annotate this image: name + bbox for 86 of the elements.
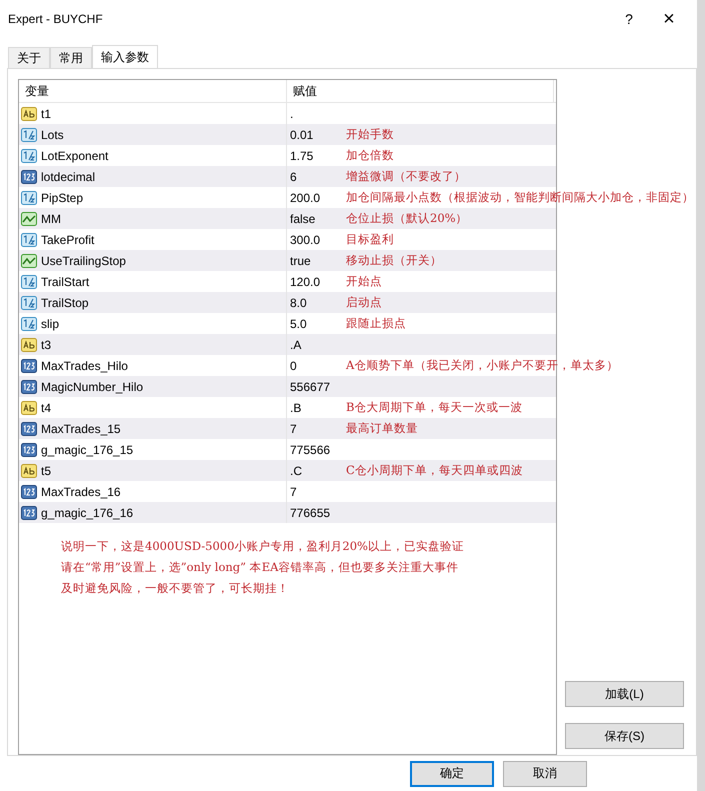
annotation: A仓顺势下单（我已关闭，小账户不要开，单太多） xyxy=(346,358,618,373)
integer-type-icon xyxy=(21,170,37,184)
save-button[interactable]: 保存(S) xyxy=(565,723,684,749)
annotation: 增益微调（不要改了） xyxy=(346,169,466,184)
parameter-name: g_magic_176_16 xyxy=(41,506,134,520)
tab[interactable]: 输入参数 xyxy=(92,45,158,68)
parameter-value: 200.0 xyxy=(289,190,322,204)
parameter-value: 0.01 xyxy=(289,128,314,142)
number-type-icon xyxy=(21,128,37,142)
text-type-icon xyxy=(21,400,37,414)
annotation: 加仓间隔最小点数（根据波动，智能判断间隔大小加仓，非固定） xyxy=(346,190,694,205)
parameter-name: UseTrailingStop xyxy=(41,254,126,268)
number-type-icon xyxy=(21,316,37,330)
close-button[interactable]: × xyxy=(649,4,689,34)
annotation-note: 及时避免风险，一般不要管了，可长期挂！ xyxy=(61,581,290,596)
annotation: 目标盈利 xyxy=(346,232,394,247)
parameter-name: TrailStart xyxy=(41,274,90,288)
column-header[interactable]: 变量 xyxy=(19,80,287,102)
cancel-button[interactable]: 取消 xyxy=(503,760,587,786)
annotation-note: 请在“常用”设置上，选”only long” 本EA容错率高，但也要多关注重大事件 xyxy=(61,560,460,575)
parameter-name: PipStep xyxy=(41,190,84,204)
annotation: 最高订单数量 xyxy=(346,421,418,436)
parameter-value: true xyxy=(289,254,312,268)
parameter-value: 1.75 xyxy=(289,148,314,162)
parameter-value: 120.0 xyxy=(289,274,322,288)
load-button[interactable]: 加载(L) xyxy=(565,681,684,707)
parameter-value: 300.0 xyxy=(289,232,322,246)
annotation: B仓大周期下单，每天一次或一波 xyxy=(346,400,522,415)
parameter-name: t3 xyxy=(41,338,52,352)
parameter-name: MaxTrades_16 xyxy=(41,484,121,498)
column-header[interactable]: 赋值 xyxy=(287,80,554,102)
annotation: 开始点 xyxy=(346,274,382,289)
parameter-value: .C xyxy=(289,464,303,478)
parameter-name: lotdecimal xyxy=(41,170,96,184)
window-title: Expert - BUYCHF xyxy=(8,12,104,26)
integer-type-icon xyxy=(21,506,37,520)
annotation: C仓小周期下单，每天四单或四波 xyxy=(346,463,523,478)
parameter-value: 7 xyxy=(289,422,298,436)
annotation: 加仓倍数 xyxy=(346,148,394,163)
toggle-type-icon xyxy=(21,212,37,226)
annotation: 启动点 xyxy=(346,295,382,310)
tab[interactable]: 关于 xyxy=(8,47,50,68)
parameter-name: MagicNumber_Hilo xyxy=(41,380,144,394)
parameter-value: 7 xyxy=(289,484,298,498)
annotation-note: 说明一下，这是4000USD-5000小账户专用，盈利月20%以上，已实盘验证 xyxy=(61,539,465,554)
parameter-name: LotExponent xyxy=(41,148,108,162)
parameter-value: 5.0 xyxy=(289,316,308,330)
number-type-icon xyxy=(21,274,37,288)
parameter-name: g_magic_176_15 xyxy=(41,442,134,456)
annotation: 跟随止损点 xyxy=(346,316,406,331)
parameter-name: t5 xyxy=(41,464,52,478)
annotation: 移动止损（开关） xyxy=(346,253,442,268)
number-type-icon xyxy=(21,190,37,204)
parameter-name: TakeProfit xyxy=(41,232,94,246)
number-type-icon xyxy=(21,296,37,310)
parameter-name: TrailStop xyxy=(41,296,89,310)
number-type-icon xyxy=(21,232,37,246)
parameter-value: 776655 xyxy=(289,506,332,520)
number-type-icon xyxy=(21,148,37,162)
ok-button[interactable]: 确定 xyxy=(410,760,494,786)
parameter-value: . xyxy=(289,106,294,120)
toggle-type-icon xyxy=(21,254,37,268)
parameter-value: .B xyxy=(289,400,302,414)
annotation: 开始手数 xyxy=(346,127,394,142)
parameter-value: 0 xyxy=(289,358,298,372)
parameter-value: false xyxy=(289,212,316,226)
parameter-name: t1 xyxy=(41,106,52,120)
parameter-name: MaxTrades_15 xyxy=(41,422,121,436)
parameter-value: 556677 xyxy=(289,380,332,394)
integer-type-icon xyxy=(21,422,37,436)
text-type-icon xyxy=(21,338,37,352)
annotation: 仓位止损（默认20%） xyxy=(346,211,468,226)
text-type-icon xyxy=(21,106,37,120)
parameter-value: 6 xyxy=(289,170,298,184)
parameter-name: MM xyxy=(41,212,61,226)
parameter-name: MaxTrades_Hilo xyxy=(41,358,128,372)
text-type-icon xyxy=(21,464,37,478)
parameter-name: t4 xyxy=(41,400,52,414)
integer-type-icon xyxy=(21,380,37,394)
help-button[interactable]: ? xyxy=(609,4,649,34)
parameter-value: 8.0 xyxy=(289,296,308,310)
parameter-value: 775566 xyxy=(289,442,332,456)
parameter-name: slip xyxy=(41,316,60,330)
tab[interactable]: 常用 xyxy=(50,47,92,68)
parameter-name: Lots xyxy=(41,128,64,142)
parameter-value: .A xyxy=(289,338,302,352)
